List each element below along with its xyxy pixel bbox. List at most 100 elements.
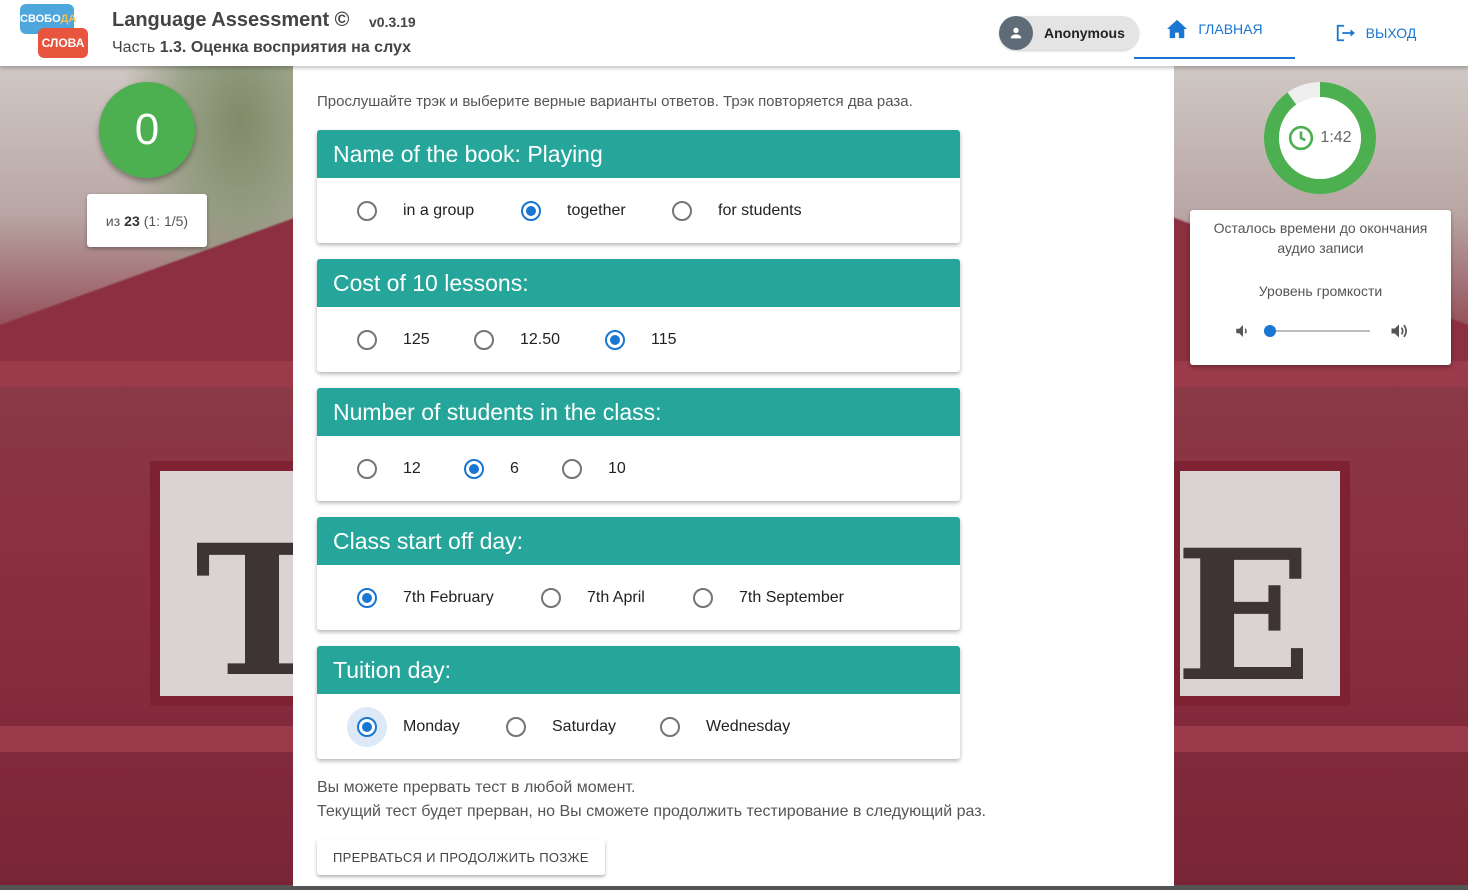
radio-unselected[interactable] bbox=[541, 587, 561, 608]
answer-option-label: 6 bbox=[510, 459, 519, 477]
brand-logo[interactable]: СВОБОДА СЛОВА bbox=[20, 4, 90, 64]
audio-card: Осталось времени до окончания аудио запи… bbox=[1190, 210, 1451, 365]
answer-option-label: 115 bbox=[651, 330, 677, 348]
volume-high-icon[interactable] bbox=[1388, 321, 1410, 341]
time-remaining-label: Осталось времени до окончания аудио запи… bbox=[1213, 220, 1428, 256]
answer-option[interactable]: 125 bbox=[357, 307, 430, 372]
nav-home-label: ГЛАВНАЯ bbox=[1198, 20, 1263, 37]
clock-icon bbox=[1289, 125, 1314, 151]
background-bar bbox=[0, 726, 300, 752]
answer-option-label: 7th September bbox=[739, 588, 844, 606]
radio-unselected[interactable] bbox=[357, 329, 377, 350]
person-icon bbox=[999, 16, 1033, 50]
answer-option[interactable]: together bbox=[521, 178, 626, 243]
radio-unselected[interactable] bbox=[357, 200, 377, 221]
answer-option[interactable]: 115 bbox=[605, 307, 677, 372]
user-chip[interactable]: Anonymous bbox=[999, 16, 1139, 50]
answer-option-label: 125 bbox=[403, 330, 430, 348]
radio-selected[interactable] bbox=[357, 716, 377, 737]
answer-options: 125 12.50 115 bbox=[317, 307, 960, 372]
answer-options: in a group together for students bbox=[317, 178, 960, 243]
question-card: Number of students in the class: 12 6 10 bbox=[317, 388, 960, 501]
answer-option-label: Saturday bbox=[552, 717, 617, 735]
answer-options: 12 6 10 bbox=[317, 436, 960, 501]
radio-unselected[interactable] bbox=[562, 458, 582, 479]
question-card: Name of the book: Playing in a group toget… bbox=[317, 130, 960, 243]
page-subtitle: Часть 1.3. Оценка восприятия на слух bbox=[112, 39, 412, 56]
answer-options: Monday Saturday Wednesday bbox=[317, 694, 960, 759]
radio-selected[interactable] bbox=[605, 329, 625, 350]
answer-option-label: for students bbox=[718, 201, 802, 219]
answer-option[interactable]: 12.50 bbox=[474, 307, 560, 372]
main-content: Прослушайте трэк и выберите верные вариа… bbox=[293, 66, 1174, 886]
radio-selected[interactable] bbox=[464, 458, 484, 479]
answer-option[interactable]: 6 bbox=[464, 436, 519, 501]
answer-option-label: 12.50 bbox=[520, 330, 561, 348]
nav-exit-button[interactable]: ВЫХОД bbox=[1320, 0, 1430, 66]
question-card: Cost of 10 lessons: 125 12.50 115 bbox=[317, 259, 960, 372]
volume-low-icon[interactable] bbox=[1234, 322, 1252, 340]
background-bar bbox=[1170, 726, 1468, 752]
radio-selected[interactable] bbox=[521, 200, 541, 221]
interrupt-note: Вы можете прервать тест в любой момент. … bbox=[317, 776, 986, 824]
logo-bubble-bottom: СЛОВА bbox=[38, 28, 88, 58]
answer-option[interactable]: 12 bbox=[357, 436, 421, 501]
app-title: Language Assessment © bbox=[112, 9, 350, 31]
radio-unselected[interactable] bbox=[660, 716, 680, 737]
question-title: Name of the book: Playing bbox=[317, 130, 960, 178]
answer-option-label: Wednesday bbox=[706, 717, 791, 735]
radio-unselected[interactable] bbox=[672, 200, 692, 221]
answer-option-label: 10 bbox=[608, 459, 626, 477]
radio-selected[interactable] bbox=[357, 587, 377, 608]
answer-option-label: together bbox=[567, 201, 626, 219]
question-title: Tuition day: bbox=[317, 646, 960, 694]
answer-option[interactable]: 7th February bbox=[357, 565, 494, 630]
score-total: 23 bbox=[124, 212, 140, 229]
timer-value: 1:42 bbox=[1320, 129, 1352, 146]
answer-option-label: in a group bbox=[403, 201, 475, 219]
logout-icon bbox=[1336, 24, 1355, 42]
top-app-bar: СВОБОДА СЛОВА Language Assessment © v0.3… bbox=[0, 0, 1468, 66]
answer-option[interactable]: Monday bbox=[357, 694, 460, 759]
answer-option[interactable]: 7th September bbox=[693, 565, 844, 630]
question-title: Cost of 10 lessons: bbox=[317, 259, 960, 307]
question-card: Tuition day: Monday Saturday Wednesday bbox=[317, 646, 960, 759]
volume-slider-thumb[interactable] bbox=[1264, 325, 1276, 337]
volume-slider[interactable] bbox=[1264, 325, 1370, 337]
answer-option[interactable]: Wednesday bbox=[660, 694, 790, 759]
radio-unselected[interactable] bbox=[357, 458, 377, 479]
background-letter-e: E bbox=[1175, 511, 1313, 722]
volume-label: Уровень громкости bbox=[1258, 283, 1383, 299]
interrupt-note-line2: Текущий тест будет прерван, но Вы сможет… bbox=[317, 803, 986, 820]
question-title: Number of students in the class: bbox=[317, 388, 960, 436]
question-card: Class start off day: 7th February 7th Apri… bbox=[317, 517, 960, 630]
volume-control bbox=[1234, 321, 1410, 341]
score-detail: (1: 1/5) bbox=[143, 212, 189, 229]
timer-center: 1:42 bbox=[1279, 97, 1361, 179]
answer-option-label: Monday bbox=[403, 717, 460, 735]
background-bar bbox=[0, 361, 300, 387]
score-of-label: из bbox=[105, 212, 121, 229]
home-icon bbox=[1167, 19, 1188, 38]
user-name: Anonymous bbox=[1044, 25, 1125, 41]
radio-unselected[interactable] bbox=[506, 716, 526, 737]
timer-ring: 1:42 bbox=[1264, 82, 1376, 194]
question-title: Class start off day: bbox=[317, 517, 960, 565]
radio-unselected[interactable] bbox=[474, 329, 494, 350]
answer-option[interactable]: Saturday bbox=[506, 694, 616, 759]
score-card: из 23 (1: 1/5) bbox=[87, 194, 207, 247]
app-version: v0.3.19 bbox=[369, 14, 416, 30]
answer-option[interactable]: 10 bbox=[562, 436, 626, 501]
radio-unselected[interactable] bbox=[693, 587, 713, 608]
score-circle: 0 bbox=[99, 82, 195, 178]
answer-option-label: 7th April bbox=[587, 588, 645, 606]
answer-option-label: 7th February bbox=[403, 588, 494, 606]
answer-option[interactable]: for students bbox=[672, 178, 802, 243]
answer-option-label: 12 bbox=[403, 459, 421, 477]
defer-button[interactable]: ПРЕРВАТЬСЯ И ПРОДОЛЖИТЬ ПОЗЖЕ bbox=[317, 839, 605, 875]
nav-exit-label: ВЫХОД bbox=[1365, 25, 1417, 41]
nav-home-tab[interactable]: ГЛАВНАЯ bbox=[1134, 0, 1295, 59]
answer-options: 7th February 7th April 7th September bbox=[317, 565, 960, 630]
answer-option[interactable]: 7th April bbox=[541, 565, 645, 630]
answer-option[interactable]: in a group bbox=[357, 178, 474, 243]
